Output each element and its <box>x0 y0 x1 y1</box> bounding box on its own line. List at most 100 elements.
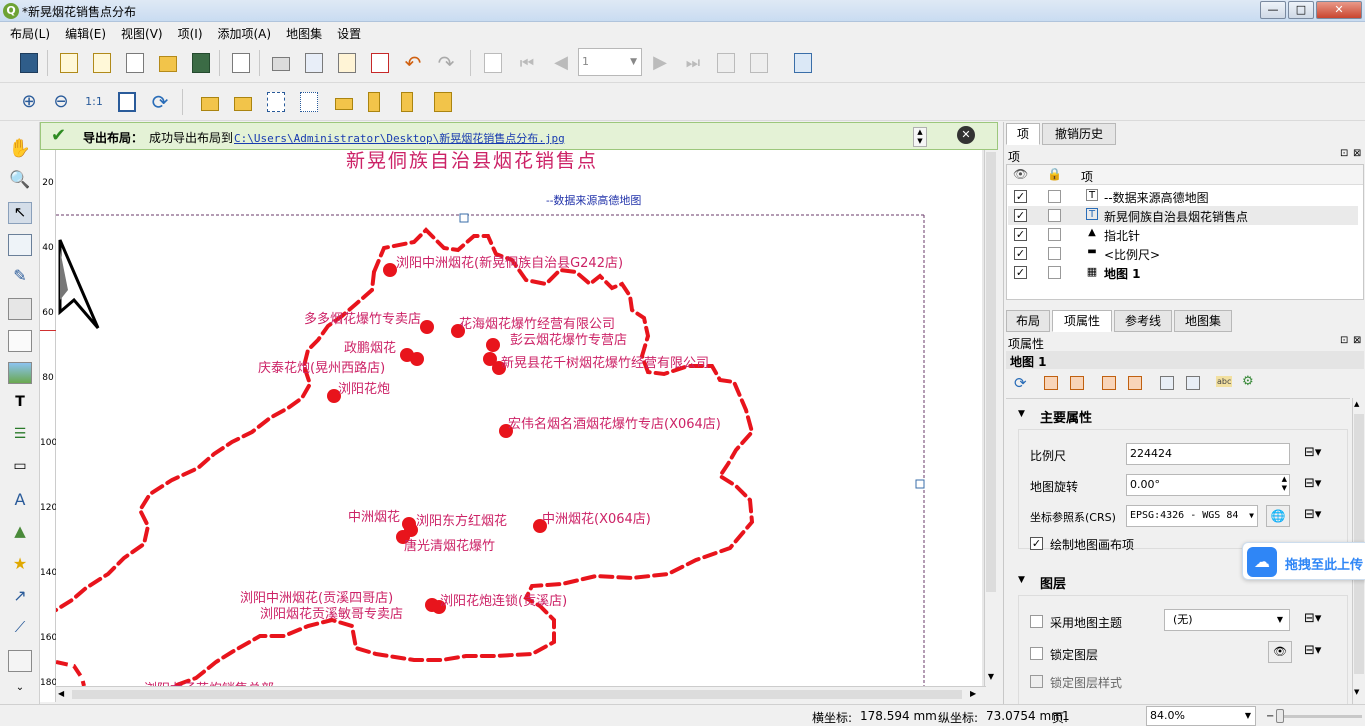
tab-guides[interactable]: 参考线 <box>1114 310 1172 332</box>
atlas-print-icon[interactable] <box>713 50 739 76</box>
move-content-icon[interactable] <box>1186 376 1200 390</box>
pan-hand-icon[interactable]: ✋ <box>8 138 32 160</box>
move-content-icon[interactable] <box>8 234 32 256</box>
add-marker-icon[interactable]: ★ <box>8 554 32 576</box>
horizontal-scrollbar[interactable]: ◀ ▶ <box>56 686 986 702</box>
next-feature-icon[interactable]: ▶ <box>647 50 673 76</box>
add-scalebar-icon[interactable]: ▭ <box>8 458 32 480</box>
raise-items-icon[interactable] <box>331 89 357 115</box>
ungroup-items-icon[interactable] <box>296 89 322 115</box>
item-visible-checkbox[interactable]: ✓ <box>1014 228 1027 241</box>
add-legend-icon[interactable]: ☰ <box>8 426 32 448</box>
page-icon[interactable] <box>228 50 254 76</box>
atlas-export-icon[interactable] <box>746 50 772 76</box>
close-message-icon[interactable]: ✕ <box>957 126 975 144</box>
export-svg-icon[interactable] <box>334 50 360 76</box>
item-lock-checkbox[interactable] <box>1048 228 1061 241</box>
open-template-icon[interactable] <box>155 50 181 76</box>
atlas-settings-icon[interactable] <box>790 50 816 76</box>
item-row[interactable]: ✓ ▦ 地图 1 <box>1008 263 1358 282</box>
edit-nodes-icon[interactable]: ✎ <box>8 266 32 288</box>
atlas-page-field[interactable]: 1 ▼ <box>578 48 642 76</box>
group-items-icon[interactable] <box>263 89 289 115</box>
export-path-link[interactable]: C:\Users\Administrator\Desktop\新晃烟花销售点分布… <box>234 130 565 146</box>
tab-layout[interactable]: 布局 <box>1006 310 1050 332</box>
tab-item-properties[interactable]: 项属性 <box>1052 310 1112 332</box>
redo-icon[interactable]: ↷ <box>433 50 459 76</box>
scroll-left-icon[interactable]: ◀ <box>58 689 64 698</box>
panel-close-icon[interactable]: ⊠ <box>1353 148 1361 159</box>
menu-layout[interactable]: 布局(L) <box>0 22 55 42</box>
previous-feature-icon[interactable]: ◀ <box>548 50 574 76</box>
follow-theme-checkbox[interactable] <box>1030 615 1043 628</box>
add-html-icon[interactable] <box>8 650 32 672</box>
data-defined-override-icon[interactable]: ⊟▾ <box>1304 507 1321 522</box>
minimize-button[interactable]: — <box>1260 1 1286 19</box>
main-properties-section[interactable]: 主要属性 <box>1040 407 1092 426</box>
select-move-icon[interactable]: ↖ <box>8 202 32 224</box>
data-defined-override-icon[interactable]: ⊟▾ <box>1304 445 1321 460</box>
vscroll-thumb[interactable] <box>986 152 996 592</box>
vertical-scrollbar[interactable]: ▼ <box>984 150 998 702</box>
item-visible-checkbox[interactable]: ✓ <box>1014 266 1027 279</box>
lock-items-icon[interactable] <box>197 89 223 115</box>
eye-icon[interactable]: 👁 <box>1268 641 1292 663</box>
set-extent-icon[interactable] <box>1044 376 1058 390</box>
item-lock-checkbox[interactable] <box>1048 247 1061 260</box>
item-lock-checkbox[interactable] <box>1048 266 1061 279</box>
tab-undo-history[interactable]: 撤销历史 <box>1042 123 1116 145</box>
rotation-input[interactable]: 0.00° ▲ ▼ <box>1126 474 1290 496</box>
view-extent-icon[interactable] <box>1070 376 1084 390</box>
add-label-icon[interactable]: T <box>8 394 32 416</box>
lock-styles-checkbox[interactable] <box>1030 675 1043 688</box>
collapse-layers-icon[interactable]: ▼ <box>1018 575 1025 585</box>
layout-page[interactable]: 新晃侗族自治县烟花销售点 --数据来源高德地图 浏阳中洲烟花(新晃侗族自治县G2… <box>56 150 982 686</box>
menu-settings[interactable]: 设置 <box>327 22 366 42</box>
refresh-preview-icon[interactable]: ⟳ <box>1014 374 1027 392</box>
add-map-icon[interactable] <box>8 298 32 320</box>
zoom-slider[interactable] <box>1276 715 1362 718</box>
close-window-button[interactable]: ✕ <box>1316 1 1362 19</box>
zoom-slider-minus[interactable]: − <box>1266 711 1274 722</box>
distribute-items-icon[interactable] <box>397 89 423 115</box>
draw-canvas-items-checkbox[interactable]: ✓ <box>1030 537 1043 550</box>
item-visible-checkbox[interactable]: ✓ <box>1014 247 1027 260</box>
lock-layers-checkbox[interactable] <box>1030 647 1043 660</box>
item-row[interactable]: ✓ T --数据来源高德地图 <box>1008 187 1358 206</box>
save-template-icon[interactable] <box>188 50 214 76</box>
baidu-upload-widget[interactable]: ☁ 拖拽至此上传 <box>1242 542 1365 580</box>
layout-canvas[interactable]: 20 40 60 80 100 120 140 160 180 新晃侗族自治县烟… <box>40 150 998 702</box>
layers-section[interactable]: 图层 <box>1040 573 1066 592</box>
duplicate-layout-icon[interactable] <box>89 50 115 76</box>
add-node-item-icon[interactable]: ⟋ <box>8 618 32 640</box>
zoom-slider-handle[interactable] <box>1276 709 1284 723</box>
item-row[interactable]: ✓ T 新晃侗族自治县烟花销售点 <box>1008 206 1358 225</box>
panel-close-icon[interactable]: ⊠ <box>1353 335 1361 346</box>
item-lock-checkbox[interactable] <box>1048 190 1061 203</box>
item-lock-checkbox[interactable] <box>1048 209 1061 222</box>
item-row[interactable]: ✓ ▲ 指北针 <box>1008 225 1358 244</box>
map-source-label[interactable]: --数据来源高德地图 <box>546 192 641 208</box>
panel-float-icon[interactable]: ⊡ <box>1340 335 1348 346</box>
spinner-icon[interactable]: ▲ ▼ <box>1282 475 1287 493</box>
menu-edit[interactable]: 编辑(E) <box>55 22 111 42</box>
zoom-full-icon[interactable] <box>114 89 140 115</box>
scroll-up-icon[interactable]: ▲ <box>1354 400 1359 408</box>
item-visible-checkbox[interactable]: ✓ <box>1014 190 1027 203</box>
map-title[interactable]: 新晃侗族自治县烟花销售点 <box>346 150 598 173</box>
panel-float-icon[interactable]: ⊡ <box>1340 148 1348 159</box>
hscroll-thumb[interactable] <box>72 690 962 699</box>
zoom-tool-icon[interactable]: 🔍 <box>8 170 32 192</box>
more-tools-icon[interactable]: ⌄ <box>8 682 32 704</box>
collapse-main-icon[interactable]: ▼ <box>1018 409 1025 419</box>
add-arrow-icon[interactable]: ↗ <box>8 586 32 608</box>
undo-icon[interactable]: ↶ <box>400 50 426 76</box>
zoom-out-icon[interactable]: ⊖ <box>48 89 74 115</box>
theme-select[interactable]: (无) ▼ <box>1164 609 1290 631</box>
item-row[interactable]: ✓ ▬ <比例尺> <box>1008 244 1358 263</box>
add-shape-icon[interactable]: ▲ <box>8 522 32 544</box>
zoom-100-icon[interactable]: 1:1 <box>81 89 107 115</box>
tab-atlas[interactable]: 地图集 <box>1174 310 1232 332</box>
last-feature-icon[interactable]: ⏭ <box>680 50 706 76</box>
data-defined-override-icon[interactable]: ⊟▾ <box>1304 643 1321 658</box>
